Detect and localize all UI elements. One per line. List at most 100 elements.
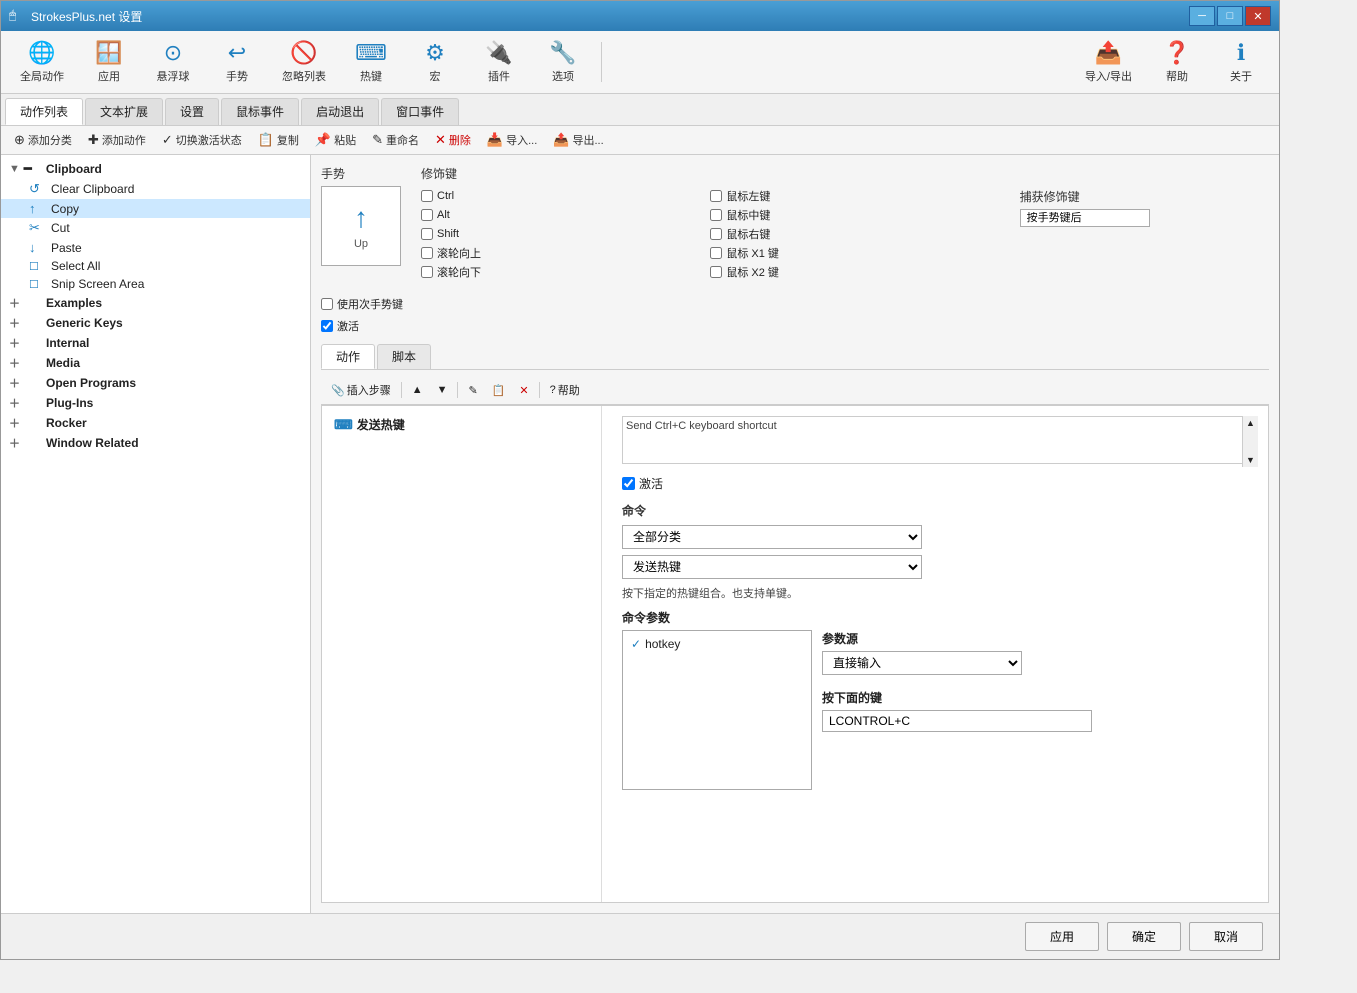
mouse-mid-checkbox-item[interactable]: 鼠标中键 bbox=[710, 207, 979, 223]
ctrl-checkbox-item[interactable]: Ctrl bbox=[421, 188, 690, 204]
step-copy-button[interactable]: 📋 bbox=[486, 381, 512, 400]
tab-window-event[interactable]: 窗口事件 bbox=[381, 98, 459, 125]
step-delete-button[interactable]: ✕ bbox=[513, 381, 534, 400]
mouse-x2-label: 鼠标 X2 键 bbox=[726, 264, 779, 280]
close-button[interactable]: ✕ bbox=[1245, 6, 1271, 26]
mouse-x2-checkbox[interactable] bbox=[710, 266, 722, 278]
params-item-hotkey[interactable]: ✓ hotkey bbox=[627, 635, 807, 653]
command-category-select[interactable]: 全部分类 bbox=[622, 525, 922, 549]
rename-button[interactable]: ✎ 重命名 bbox=[365, 129, 426, 151]
paste-action-button[interactable]: 📌 粘贴 bbox=[308, 129, 363, 151]
generic-keys-label: Generic Keys bbox=[46, 316, 123, 330]
scroll-down-arrow[interactable]: ▼ bbox=[1246, 455, 1255, 465]
tab-action-list[interactable]: 动作列表 bbox=[5, 98, 83, 125]
toolbar-tooltip[interactable]: ⊙ 悬浮球 bbox=[143, 35, 203, 89]
capture-select[interactable]: 按手势键后 按手势键前 不捕获 bbox=[1020, 209, 1150, 227]
import-button[interactable]: 📥 导入... bbox=[480, 129, 544, 151]
scroll-up-checkbox-item[interactable]: 滚轮向上 bbox=[421, 245, 690, 261]
key-input[interactable] bbox=[822, 710, 1092, 732]
secondary-gesture-label: 使用次手势键 bbox=[337, 296, 403, 312]
tree-group-media[interactable]: ＋ Media bbox=[1, 353, 310, 373]
tree-item-clear-clipboard[interactable]: ↺ Clear Clipboard bbox=[1, 179, 310, 199]
insert-step-button[interactable]: 📎 插入步骤 bbox=[325, 379, 397, 401]
alt-label: Alt bbox=[437, 209, 450, 221]
command-action-select[interactable]: 发送热键 bbox=[622, 555, 922, 579]
step-up-button[interactable]: ▲ bbox=[406, 381, 429, 399]
toolbar-gesture[interactable]: ↩ 手势 bbox=[207, 35, 267, 89]
ctrl-checkbox[interactable] bbox=[421, 190, 433, 202]
maximize-button[interactable]: □ bbox=[1217, 6, 1243, 26]
snip-screen-icon: ☐ bbox=[29, 278, 47, 291]
toolbar-help[interactable]: ❓ 帮助 bbox=[1147, 35, 1207, 89]
tree-item-select-all[interactable]: ☐ Select All bbox=[1, 257, 310, 275]
detail-activate-checkbox[interactable] bbox=[622, 477, 635, 490]
description-textarea[interactable] bbox=[622, 416, 1258, 464]
alt-checkbox[interactable] bbox=[421, 209, 433, 221]
scroll-down-checkbox-item[interactable]: 滚轮向下 bbox=[421, 264, 690, 280]
step-item-send-hotkey[interactable]: ⌨ 发送热键 bbox=[328, 412, 595, 437]
shift-checkbox[interactable] bbox=[421, 228, 433, 240]
minimize-button[interactable]: ─ bbox=[1189, 6, 1215, 26]
alt-checkbox-item[interactable]: Alt bbox=[421, 207, 690, 223]
mouse-x1-checkbox-item[interactable]: 鼠标 X1 键 bbox=[710, 245, 979, 261]
tree-group-internal[interactable]: ＋ Internal bbox=[1, 333, 310, 353]
delete-button[interactable]: ✕ 删除 bbox=[428, 129, 478, 151]
toolbar-macro[interactable]: ⚙ 宏 bbox=[405, 35, 465, 89]
command-section-title: 命令 bbox=[622, 502, 1258, 519]
tree-group-clipboard[interactable]: ▼ ━ Clipboard bbox=[1, 159, 310, 179]
add-category-button[interactable]: ⊕ 添加分类 bbox=[7, 129, 79, 151]
mouse-left-checkbox-item[interactable]: 鼠标左键 bbox=[710, 188, 979, 204]
toggle-state-button[interactable]: ✓ 切换激活状态 bbox=[155, 129, 249, 151]
tree-group-examples[interactable]: ＋ Examples bbox=[1, 293, 310, 313]
toolbar-global-action[interactable]: 🌐 全局动作 bbox=[9, 35, 75, 89]
toolbar-ignore[interactable]: 🚫 忽略列表 bbox=[271, 35, 337, 89]
scroll-up-arrow[interactable]: ▲ bbox=[1246, 418, 1255, 428]
scroll-down-checkbox[interactable] bbox=[421, 266, 433, 278]
tree-item-paste[interactable]: ↓ Paste bbox=[1, 238, 310, 257]
ok-button[interactable]: 确定 bbox=[1107, 922, 1181, 951]
params-source-select[interactable]: 直接输入 bbox=[822, 651, 1022, 675]
tooltip-icon: ⊙ bbox=[164, 40, 182, 66]
tab-mouse-event[interactable]: 鼠标事件 bbox=[221, 98, 299, 125]
tree-item-copy[interactable]: ↑ Copy bbox=[1, 199, 310, 218]
toolbar-hotkey[interactable]: ⌨ 热键 bbox=[341, 35, 401, 89]
step-down-button[interactable]: ▼ bbox=[431, 381, 454, 399]
step-help-button[interactable]: ? 帮助 bbox=[544, 379, 586, 401]
toolbar-app[interactable]: 🪟 应用 bbox=[79, 35, 139, 89]
step-edit-button[interactable]: ✎ bbox=[462, 381, 483, 400]
export-button[interactable]: 📤 导出... bbox=[546, 129, 610, 151]
toolbar-about[interactable]: ℹ 关于 bbox=[1211, 35, 1271, 89]
mouse-x1-checkbox[interactable] bbox=[710, 247, 722, 259]
add-category-icon: ⊕ bbox=[14, 132, 25, 148]
apply-button[interactable]: 应用 bbox=[1025, 922, 1099, 951]
mouse-mid-checkbox[interactable] bbox=[710, 209, 722, 221]
tab-script[interactable]: 脚本 bbox=[377, 344, 431, 369]
secondary-gesture-checkbox[interactable] bbox=[321, 298, 333, 310]
mouse-x2-checkbox-item[interactable]: 鼠标 X2 键 bbox=[710, 264, 979, 280]
tree-group-open-programs[interactable]: ＋ Open Programs bbox=[1, 373, 310, 393]
tree-group-generic-keys[interactable]: ＋ Generic Keys bbox=[1, 313, 310, 333]
mouse-left-checkbox[interactable] bbox=[710, 190, 722, 202]
mouse-right-checkbox[interactable] bbox=[710, 228, 722, 240]
shift-checkbox-item[interactable]: Shift bbox=[421, 226, 690, 242]
activate-checkbox[interactable] bbox=[321, 320, 333, 332]
add-action-button[interactable]: ✚ 添加动作 bbox=[81, 129, 153, 151]
tree-group-window-related[interactable]: ＋ Window Related bbox=[1, 433, 310, 453]
tree-item-snip-screen[interactable]: ☐ Snip Screen Area bbox=[1, 275, 310, 293]
tree-item-cut[interactable]: ✂ Cut bbox=[1, 218, 310, 238]
toolbar-plugin[interactable]: 🔌 插件 bbox=[469, 35, 529, 89]
scroll-up-checkbox[interactable] bbox=[421, 247, 433, 259]
details-panel: Send Ctrl+C keyboard shortcut ▲ ▼ 激活 命令 bbox=[612, 406, 1268, 902]
tree-group-rocker[interactable]: ＋ Rocker bbox=[1, 413, 310, 433]
tab-startup-exit[interactable]: 启动退出 bbox=[301, 98, 379, 125]
tab-settings[interactable]: 设置 bbox=[165, 98, 219, 125]
expand-plug-ins-icon: ＋ bbox=[9, 395, 20, 411]
tree-group-plug-ins[interactable]: ＋ Plug-Ins bbox=[1, 393, 310, 413]
tab-action[interactable]: 动作 bbox=[321, 344, 375, 369]
toolbar-options[interactable]: 🔧 选项 bbox=[533, 35, 593, 89]
cancel-button[interactable]: 取消 bbox=[1189, 922, 1263, 951]
mouse-right-checkbox-item[interactable]: 鼠标右键 bbox=[710, 226, 979, 242]
toolbar-import-export[interactable]: 📤 导入/导出 bbox=[1074, 35, 1143, 89]
copy-action-button[interactable]: 📋 复制 bbox=[251, 129, 306, 151]
tab-text-expand[interactable]: 文本扩展 bbox=[85, 98, 163, 125]
